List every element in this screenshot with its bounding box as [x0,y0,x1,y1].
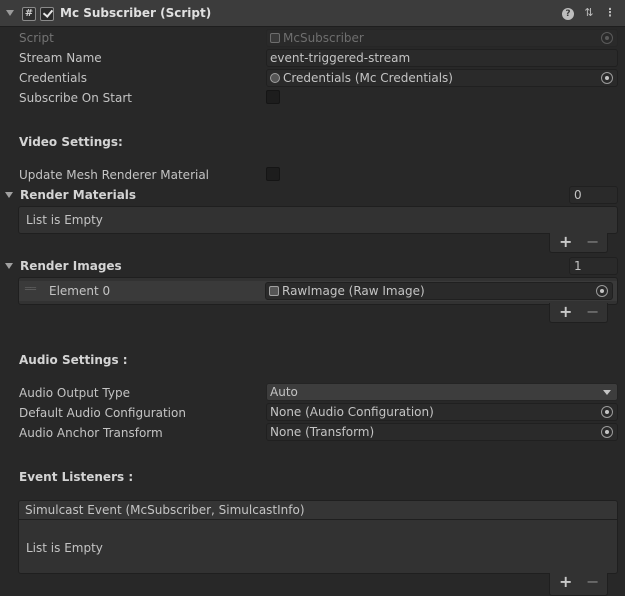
collapse-arrow-icon[interactable] [6,10,14,16]
add-element-button[interactable]: + [559,233,572,251]
element-label: Element 0 [49,284,111,298]
video-settings-header: Video Settings: [19,135,123,149]
render-images-footer: + − [549,303,608,323]
object-picker-icon[interactable] [596,285,608,297]
checkmark-icon [42,7,54,18]
add-element-button[interactable]: + [559,303,572,321]
credentials-value: Credentials (Mc Credentials) [283,71,453,85]
unity-event-header: Simulcast Event (McSubscriber, Simulcast… [18,500,618,520]
render-images-list: ══ Element 0 RawImage (Raw Image) [18,277,618,305]
credentials-field[interactable]: Credentials (Mc Credentials) [266,69,618,87]
default-audio-config-field[interactable]: None (Audio Configuration) [266,403,618,421]
audio-output-type-dropdown[interactable]: Auto [266,383,618,401]
default-audio-config-label: Default Audio Configuration [19,406,186,420]
remove-element-button[interactable]: − [586,233,599,251]
object-picker-icon[interactable] [601,426,613,438]
render-materials-list: List is Empty [18,206,618,234]
stream-name-label: Stream Name [19,51,102,65]
event-listeners-list: List is Empty [18,519,618,574]
script-label: Script [19,31,54,45]
object-picker-icon [601,32,613,44]
object-picker-icon[interactable] [601,406,613,418]
image-asset-icon [269,286,279,296]
object-picker-icon[interactable] [601,72,613,84]
dropdown-value: Auto [270,385,298,399]
render-materials-count[interactable]: 0 [569,186,618,204]
stream-name-input[interactable]: event-triggered-stream [266,49,618,67]
subscribe-on-start-label: Subscribe On Start [19,91,132,105]
audio-output-type-label: Audio Output Type [19,386,130,400]
script-file-icon [270,33,280,43]
audio-settings-header: Audio Settings : [19,353,128,367]
event-listeners-footer: + − [549,573,608,596]
list-empty-text: List is Empty [26,213,103,227]
component-title: Mc Subscriber (Script) [60,6,212,20]
drag-handle-icon[interactable]: ══ [25,284,36,295]
kebab-menu-icon[interactable]: ⋮ [603,6,617,20]
element-value: RawImage (Raw Image) [282,284,425,298]
audio-anchor-transform-field[interactable]: None (Transform) [266,423,618,441]
list-empty-text: List is Empty [26,541,103,555]
render-images-foldout[interactable]: Render Images [20,259,122,273]
add-listener-button[interactable]: + [559,573,572,591]
event-listeners-header: Event Listeners : [19,470,134,484]
credentials-asset-icon [270,73,280,83]
audio-anchor-transform-label: Audio Anchor Transform [19,426,163,440]
render-materials-foldout[interactable]: Render Materials [20,188,136,202]
field-value: None (Audio Configuration) [270,405,434,419]
remove-element-button[interactable]: − [586,303,599,321]
credentials-label: Credentials [19,71,88,85]
remove-listener-button[interactable]: − [586,573,599,591]
render-images-fold-icon[interactable] [5,263,13,269]
update-mesh-label: Update Mesh Renderer Material [19,168,210,182]
update-mesh-checkbox[interactable] [266,167,280,181]
dropdown-arrow-icon [603,390,611,395]
field-value: None (Transform) [270,425,375,439]
render-materials-fold-icon[interactable] [5,192,13,198]
script-value: McSubscriber [283,31,364,45]
preset-icon[interactable]: ⇅ [582,6,596,20]
subscribe-on-start-checkbox[interactable] [266,90,280,104]
element-0-field[interactable]: RawImage (Raw Image) [265,282,613,300]
script-icon: # [22,7,36,21]
script-field: McSubscriber [266,29,618,47]
render-materials-footer: + − [549,233,608,253]
component-enabled-checkbox[interactable] [40,7,54,21]
render-images-count[interactable]: 1 [569,257,618,275]
help-icon[interactable]: ? [562,8,574,20]
